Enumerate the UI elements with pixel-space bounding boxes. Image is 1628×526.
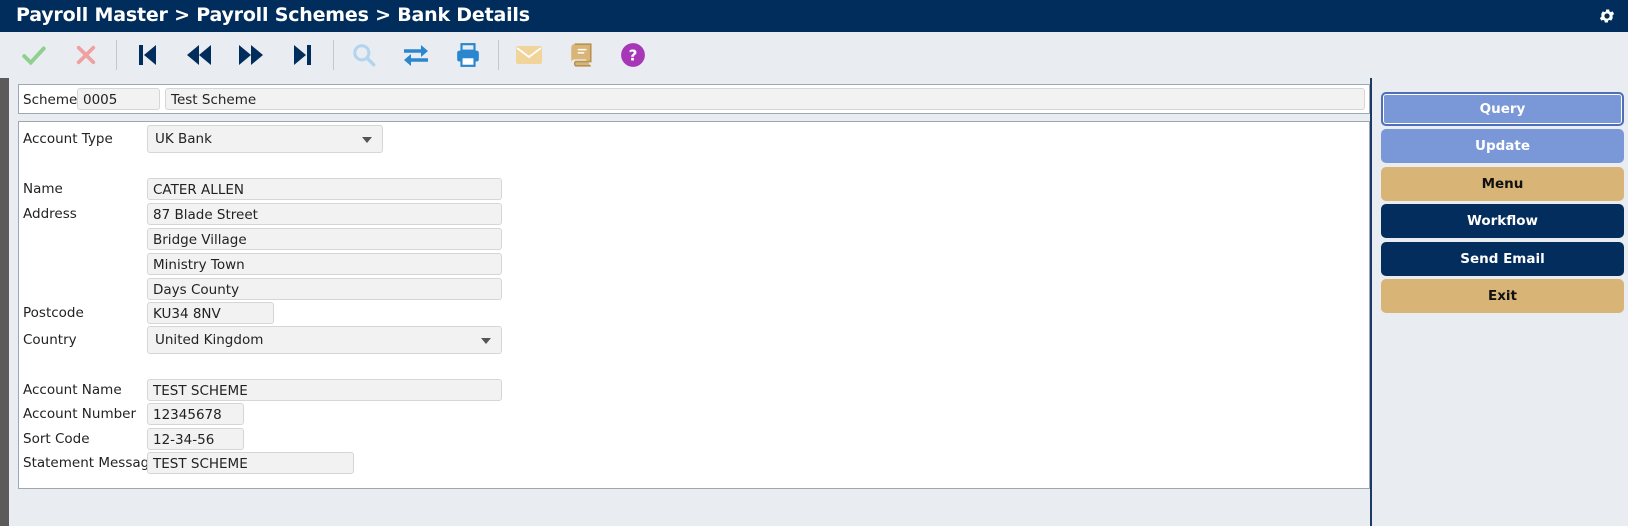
account-number-label: Account Number <box>23 406 137 422</box>
chevron-down-icon <box>481 338 491 344</box>
action-panel: Query Update Menu Workflow Send Email Ex… <box>1374 78 1628 526</box>
rewind-icon <box>187 45 211 65</box>
send-email-button[interactable]: Send Email <box>1381 242 1624 276</box>
sort-code-label: Sort Code <box>23 431 90 447</box>
cancel-button[interactable] <box>70 40 102 70</box>
scheme-label: Scheme <box>23 92 78 108</box>
account-type-select[interactable]: UK Bank <box>147 125 383 153</box>
account-type-value: UK Bank <box>155 131 212 147</box>
country-select[interactable]: United Kingdom <box>147 326 502 354</box>
printer-icon <box>457 43 479 67</box>
skip-first-icon <box>139 45 156 65</box>
main-panel: Scheme 0005 Test Scheme Account Type UK … <box>9 78 1372 526</box>
svg-text:?: ? <box>629 46 638 64</box>
scheme-header: Scheme 0005 Test Scheme <box>18 84 1370 114</box>
first-record-button[interactable] <box>131 40 163 70</box>
bank-name-field[interactable]: CATER ALLEN <box>147 178 502 200</box>
toolbar: ? <box>0 32 1628 78</box>
postcode-field[interactable]: KU34 8NV <box>147 302 274 324</box>
help-icon: ? <box>621 43 645 67</box>
sort-code-field[interactable]: 12-34-56 <box>147 428 244 450</box>
title-bar: Payroll Master > Payroll Schemes > Bank … <box>0 0 1628 32</box>
query-button[interactable]: Query <box>1381 92 1624 126</box>
workflow-button[interactable]: Workflow <box>1381 204 1624 238</box>
country-value: United Kingdom <box>155 332 264 348</box>
country-label: Country <box>23 332 77 348</box>
email-button[interactable] <box>513 40 545 70</box>
account-name-label: Account Name <box>23 382 122 398</box>
exit-button[interactable]: Exit <box>1381 279 1624 313</box>
left-edge-strip <box>0 78 9 526</box>
close-icon <box>76 45 96 65</box>
swap-button[interactable] <box>400 40 432 70</box>
last-record-button[interactable] <box>287 40 319 70</box>
confirm-button[interactable] <box>18 40 50 70</box>
notes-button[interactable] <box>565 40 597 70</box>
postcode-label: Postcode <box>23 305 84 321</box>
gear-icon[interactable] <box>1598 7 1616 25</box>
bank-details-form: Account Type UK Bank Name CATER ALLEN Ad… <box>18 121 1370 489</box>
update-button[interactable]: Update <box>1381 129 1624 163</box>
address-label: Address <box>23 206 77 222</box>
toolbar-divider <box>333 40 334 70</box>
statement-message-field[interactable]: TEST SCHEME <box>147 452 354 474</box>
address-line-2-field[interactable]: Bridge Village <box>147 228 502 250</box>
next-record-button[interactable] <box>235 40 267 70</box>
address-line-1-field[interactable]: 87 Blade Street <box>147 203 502 225</box>
account-number-field[interactable]: 12345678 <box>147 403 244 425</box>
swap-arrows-icon <box>404 45 428 66</box>
help-button[interactable]: ? <box>617 40 649 70</box>
scheme-name-field: Test Scheme <box>165 88 1365 110</box>
breadcrumb: Payroll Master > Payroll Schemes > Bank … <box>16 4 530 26</box>
fast-forward-icon <box>239 45 263 65</box>
envelope-icon <box>516 46 542 64</box>
toolbar-divider <box>498 40 499 70</box>
print-button[interactable] <box>452 40 484 70</box>
account-name-field[interactable]: TEST SCHEME <box>147 379 502 401</box>
toolbar-divider <box>116 40 117 70</box>
search-icon <box>353 44 376 67</box>
search-button[interactable] <box>348 40 380 70</box>
book-icon <box>571 43 592 67</box>
checkmark-icon <box>22 46 46 66</box>
address-line-4-field[interactable]: Days County <box>147 278 502 300</box>
name-label: Name <box>23 181 63 197</box>
account-type-label: Account Type <box>23 131 113 147</box>
menu-button[interactable]: Menu <box>1381 167 1624 201</box>
chevron-down-icon <box>362 137 372 143</box>
address-line-3-field[interactable]: Ministry Town <box>147 253 502 275</box>
scheme-code-field: 0005 <box>77 88 160 110</box>
previous-record-button[interactable] <box>183 40 215 70</box>
skip-last-icon <box>294 45 311 65</box>
statement-message-label: Statement Message <box>23 455 158 471</box>
